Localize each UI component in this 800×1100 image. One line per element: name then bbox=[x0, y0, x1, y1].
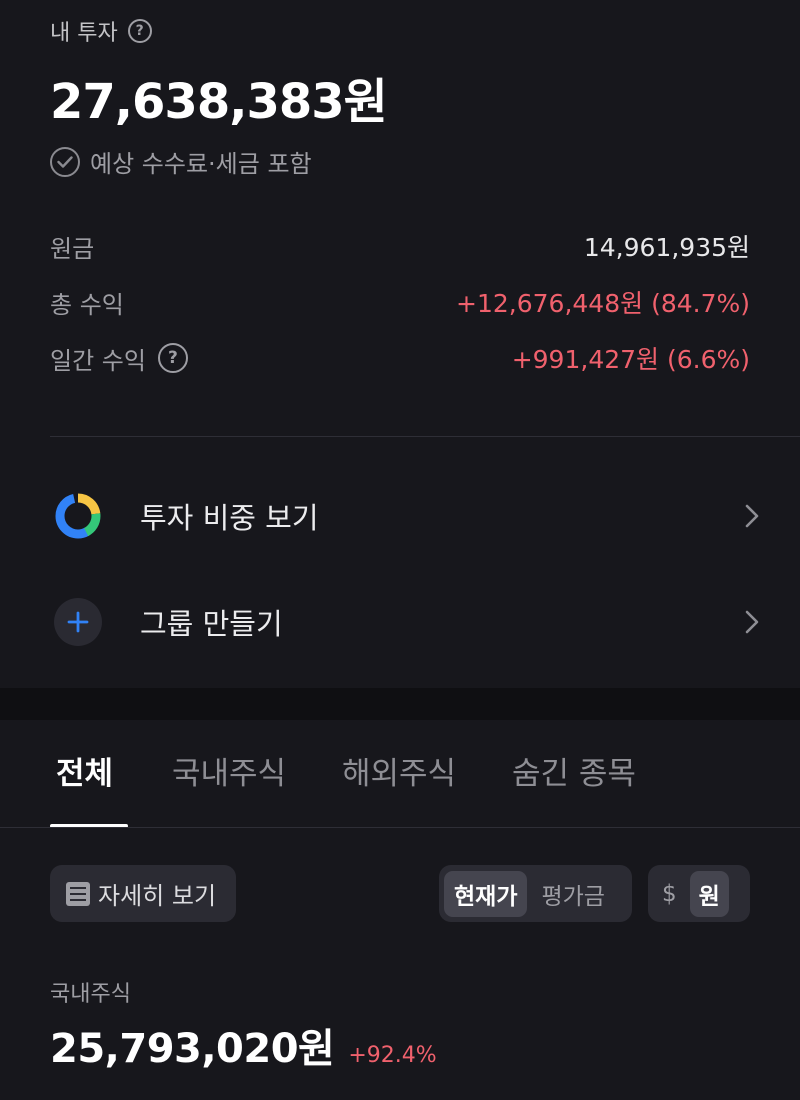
domestic-stocks-change: +92.4% bbox=[348, 1043, 437, 1068]
create-group-label: 그룹 만들기 bbox=[140, 607, 283, 641]
view-allocation-item[interactable]: 투자 비중 보기 bbox=[50, 486, 762, 546]
currency-toggle: $ 원 bbox=[648, 865, 750, 922]
tab-domestic-stocks[interactable]: 국내주식 bbox=[172, 748, 286, 793]
my-investment-header: 내 투자 ? bbox=[50, 16, 152, 46]
chevron-right-icon bbox=[742, 501, 762, 531]
principal-row: 원금 14,961,935원 bbox=[50, 226, 750, 266]
current-price-option[interactable]: 현재가 bbox=[444, 870, 528, 917]
help-icon[interactable]: ? bbox=[157, 343, 188, 373]
investment-summary: 내 투자 ? 27,638,383원 예상 수수료·세금 포함 원금 14,96… bbox=[0, 0, 800, 688]
donut-chart-icon bbox=[50, 488, 106, 544]
plus-icon bbox=[54, 598, 102, 646]
view-allocation-label: 투자 비중 보기 bbox=[140, 501, 319, 535]
fee-note: 예상 수수료·세금 포함 bbox=[50, 144, 312, 179]
won-option[interactable]: 원 bbox=[689, 870, 729, 917]
help-icon[interactable]: ? bbox=[127, 19, 152, 43]
fee-note-text: 예상 수수료·세금 포함 bbox=[90, 150, 312, 178]
create-group-item[interactable]: 그룹 만들기 bbox=[50, 592, 762, 652]
daily-return-value: +991,427원 (6.6%) bbox=[511, 345, 750, 374]
daily-return-label: 일간 수익 bbox=[50, 346, 146, 375]
daily-return-row: 일간 수익 ? +991,427원 (6.6%) bbox=[50, 338, 750, 378]
tab-overseas-stocks[interactable]: 해외주식 bbox=[342, 748, 456, 793]
dollar-option[interactable]: $ bbox=[653, 871, 686, 917]
view-details-label: 자세히 보기 bbox=[98, 882, 217, 910]
section-divider bbox=[50, 436, 800, 437]
check-circle-icon bbox=[50, 146, 80, 177]
domestic-stocks-value: 25,793,020원 bbox=[50, 1026, 335, 1072]
total-return-row: 총 수익 +12,676,448원 (84.7%) bbox=[50, 282, 750, 322]
chevron-right-icon bbox=[742, 607, 762, 637]
section-separator-band bbox=[0, 688, 800, 720]
list-icon bbox=[66, 881, 90, 906]
tab-hidden-items[interactable]: 숨긴 종목 bbox=[512, 748, 636, 793]
portfolio-screen: 내 투자 ? 27,638,383원 예상 수수료·세금 포함 원금 14,96… bbox=[0, 0, 800, 1100]
price-basis-toggle: 현재가 평가금 bbox=[439, 865, 632, 922]
total-investment-value: 27,638,383원 bbox=[50, 74, 388, 130]
tabs-divider bbox=[0, 827, 800, 828]
total-return-label: 총 수익 bbox=[50, 290, 124, 319]
total-return-value: +12,676,448원 (84.7%) bbox=[456, 289, 750, 318]
holdings-section: 전체 국내주식 해외주식 숨긴 종목 자세히 보기 현재가 평가금 $ 원 국내… bbox=[0, 720, 800, 1100]
domestic-stocks-label: 국내주식 bbox=[50, 982, 131, 1007]
principal-value: 14,961,935원 bbox=[583, 233, 750, 262]
principal-label: 원금 bbox=[50, 234, 95, 263]
view-details-button[interactable]: 자세히 보기 bbox=[50, 865, 236, 922]
daily-return-label-group: 일간 수익 ? bbox=[50, 341, 188, 376]
holdings-tabs: 전체 국내주식 해외주식 숨긴 종목 bbox=[50, 720, 800, 828]
tab-all[interactable]: 전체 bbox=[56, 748, 113, 793]
valuation-option[interactable]: 평가금 bbox=[531, 871, 614, 917]
my-investment-label: 내 투자 bbox=[50, 21, 118, 46]
domestic-stocks-summary: 25,793,020원 +92.4% bbox=[50, 1016, 437, 1074]
